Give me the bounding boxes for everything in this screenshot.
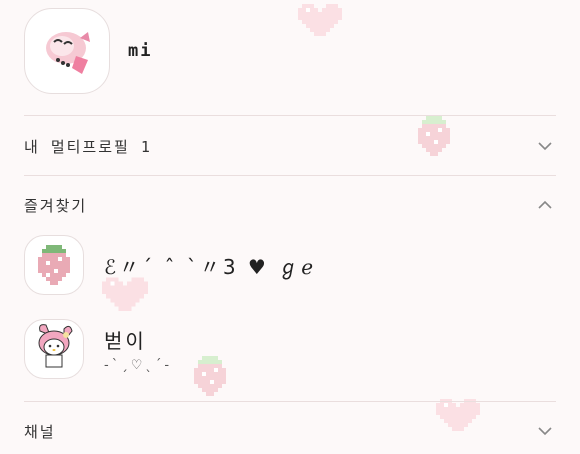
profile-avatar[interactable]	[24, 8, 110, 94]
friend-avatar[interactable]	[24, 235, 84, 295]
chevron-down-icon[interactable]	[536, 137, 554, 155]
pixel-heart-icon	[298, 4, 342, 36]
profile-image-icon	[46, 32, 90, 74]
favorite-friend-item[interactable]: ℰ〃´ ˆ ˋ〃3 ♥ ℊℯ	[24, 234, 424, 296]
strawberry-avatar-icon	[38, 245, 70, 285]
section-title: 내 멀티프로필 1	[24, 137, 152, 156]
chevron-down-icon[interactable]	[536, 422, 554, 440]
my-profile[interactable]: mi	[24, 8, 152, 94]
friend-status-message: -ˋˏ♡ˎˊ-	[104, 358, 173, 373]
section-title: 즐겨찾기	[24, 196, 88, 215]
multi-profile-section-header[interactable]: 내 멀티프로필 1	[24, 117, 556, 175]
section-title: 채널	[24, 422, 56, 441]
divider	[24, 115, 556, 116]
favorites-section-header[interactable]: 즐겨찾기	[24, 176, 556, 234]
favorite-friend-item[interactable]: 벋이 -ˋˏ♡ˎˊ-	[24, 318, 424, 380]
friend-name: 벋이	[104, 329, 147, 353]
chevron-up-icon[interactable]	[536, 196, 554, 214]
my-melody-avatar-icon	[38, 324, 73, 368]
profile-name: mi	[128, 41, 153, 61]
friend-avatar[interactable]	[24, 319, 84, 379]
friend-name: ℰ〃´ ˆ ˋ〃3 ♥ ℊℯ	[104, 254, 317, 279]
channel-section-header[interactable]: 채널	[24, 402, 556, 454]
